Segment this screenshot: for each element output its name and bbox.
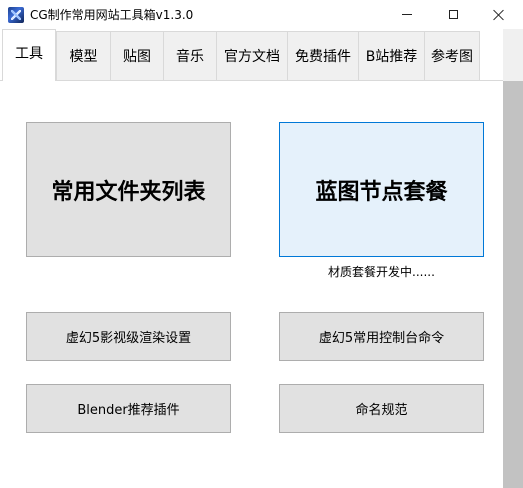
blueprint-nodes-button[interactable]: 蓝图节点套餐: [279, 122, 484, 257]
scrollbar-thumb[interactable]: [503, 81, 523, 488]
tab-strip: 工具 模型 贴图 音乐 官方文档 免费插件 B站推荐 参考图: [0, 29, 503, 81]
tab-reference-images[interactable]: 参考图: [424, 31, 480, 80]
tab-tools[interactable]: 工具: [2, 29, 56, 81]
tab-music[interactable]: 音乐: [163, 31, 217, 80]
maximize-icon: [448, 10, 458, 19]
tab-official-docs[interactable]: 官方文档: [216, 31, 288, 80]
common-folders-button[interactable]: 常用文件夹列表: [26, 122, 231, 257]
app-logo-icon: [8, 7, 24, 23]
tab-bilibili-picks[interactable]: B站推荐: [358, 31, 425, 80]
window-title: CG制作常用网站工具箱v1.3.0: [30, 8, 194, 22]
naming-rules-button[interactable]: 命名规范: [279, 384, 484, 433]
tab-divider: [0, 80, 503, 81]
maximize-button[interactable]: [430, 0, 476, 29]
tab-free-plugins[interactable]: 免费插件: [287, 31, 359, 80]
title-bar[interactable]: CG制作常用网站工具箱v1.3.0: [0, 0, 523, 29]
minimize-button[interactable]: [384, 0, 430, 29]
ue5-console-commands-button[interactable]: 虚幻5常用控制台命令: [279, 312, 484, 361]
tab-textures[interactable]: 贴图: [110, 31, 164, 80]
tab-models[interactable]: 模型: [56, 31, 111, 80]
app-window: CG制作常用网站工具箱v1.3.0 工具 模型 贴图 音乐 官方文档 免费插件 …: [0, 0, 523, 488]
close-icon: [493, 9, 505, 21]
blender-plugins-button[interactable]: Blender推荐插件: [26, 384, 231, 433]
minimize-icon: [402, 14, 412, 15]
blueprint-status-text: 材质套餐开发中......: [328, 265, 435, 279]
ue5-render-settings-button[interactable]: 虚幻5影视级渲染设置: [26, 312, 231, 361]
close-button[interactable]: [476, 0, 522, 29]
